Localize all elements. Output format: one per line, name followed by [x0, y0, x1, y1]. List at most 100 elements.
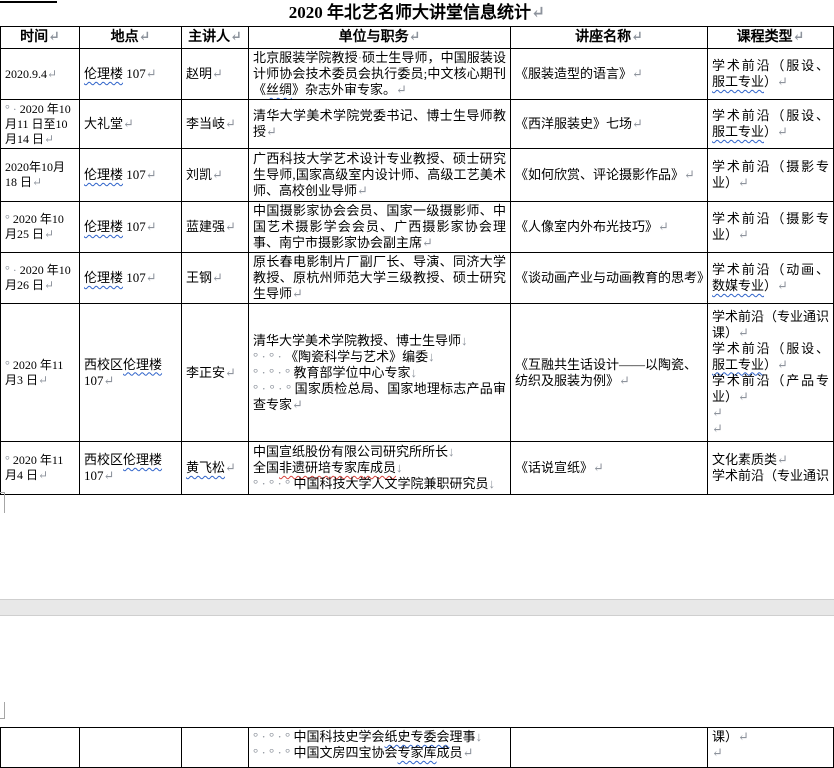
text-run: 2020.9.4: [5, 67, 47, 81]
paragraph: 大礼堂↵: [84, 116, 177, 132]
paragraph: ° 2020 年10 月25 日↵: [5, 212, 75, 242]
text-run: 中国科技史学会: [294, 729, 385, 744]
paragraph: 西校区伦理楼 107↵: [84, 357, 177, 389]
cell-time[interactable]: 2020年10月18 日↵: [1, 149, 80, 202]
paragraph: 《西洋服装史》七场↵: [515, 116, 706, 132]
paragraph: 李正安↵: [186, 365, 244, 381]
text-run: 西校区: [84, 452, 123, 467]
cell-lecture-title[interactable]: [511, 728, 708, 768]
cell-location[interactable]: 西校区伦理楼 107↵: [80, 442, 182, 495]
format-mark: ↵: [225, 460, 236, 475]
text-run: ）: [764, 74, 777, 89]
text-run: 《如何欣赏、评论摄影作品》: [515, 167, 684, 182]
format-mark: ° · ° ·: [253, 349, 285, 364]
cell-organization[interactable]: 清华大学美术学院教授、博士生导师↓° · ° · 《陶瓷科学与艺术》编委↓° ·…: [249, 304, 511, 442]
cell-location[interactable]: 伦理楼 107↵: [80, 149, 182, 202]
cell-location[interactable]: 西校区伦理楼 107↵: [80, 304, 182, 442]
format-mark: ↓: [448, 444, 455, 459]
format-mark: ↵: [104, 373, 115, 388]
text-run: ）: [764, 124, 777, 139]
flagged-text-run: 黄飞松: [186, 460, 225, 475]
page-gap-separator[interactable]: [0, 599, 834, 616]
paragraph: ° · ° · ° 教育部学位中心专家↓: [253, 365, 506, 381]
cell-organization[interactable]: 中国摄影家协会会员、国家一级摄影师、中国艺术摄影学会会员、广西摄影家协会理事、南…: [249, 202, 511, 253]
cell-location[interactable]: 伦理楼 107↵: [80, 49, 182, 100]
flagged-text-run: 服工专业: [712, 74, 764, 89]
cell-lecture-title[interactable]: 《人像室内外布光技巧》↵: [511, 202, 708, 253]
flagged-text-run: 非遗研培专家库成员: [279, 460, 396, 475]
cell-time[interactable]: ° 2020 年11 月3 日↵: [1, 304, 80, 442]
paragraph: ° · ° · 《陶瓷科学与艺术》编委↓: [253, 349, 506, 365]
cell-organization[interactable]: 广西科技大学艺术设计专业教授、硕士研究生导师,国家高级室内设计师、高级工艺美术师…: [249, 149, 511, 202]
format-mark: ↵: [266, 124, 277, 139]
cell-course-type[interactable]: 文化素质类↵学术前沿（专业通识: [708, 442, 834, 495]
text-run: 2020 年11 月4 日: [5, 453, 63, 482]
cell-course-type[interactable]: 学术前沿（服设、服工专业）↵: [708, 100, 834, 149]
format-mark: ↵: [104, 468, 115, 483]
text-boundary-mark: [0, 702, 5, 719]
cell-organization[interactable]: ° · ° · ° 中国科技史学会纸史专委会理事↓° · ° · ° 中国文房四…: [249, 728, 511, 768]
cell-lecture-title[interactable]: 《服装造型的语言》↵: [511, 49, 708, 100]
format-mark: °: [5, 453, 13, 467]
lecture-info-table-continued: ° · ° · ° 中国科技史学会纸史专委会理事↓° · ° · ° 中国文房四…: [0, 727, 834, 768]
table-row: 2020年10月18 日↵伦理楼 107↵刘凯↵广西科技大学艺术设计专业教授、硕…: [1, 149, 834, 202]
cell-speaker[interactable]: 李当岐↵: [182, 100, 249, 149]
cell-speaker[interactable]: [182, 728, 249, 768]
cell-speaker[interactable]: 刘凯↵: [182, 149, 249, 202]
format-mark: ° · ° · °: [253, 365, 294, 380]
format-mark: ↵: [225, 365, 236, 380]
cell-course-type[interactable]: 课）↵↵: [708, 728, 834, 768]
cell-course-type[interactable]: 学术前沿（摄影专业）↵: [708, 202, 834, 253]
format-mark: ° · ° · °: [253, 729, 294, 744]
cell-course-type[interactable]: 学术前沿（服设、服工专业）↵: [708, 49, 834, 100]
cell-course-type[interactable]: 学术前沿（动画、数媒专业）↵: [708, 253, 834, 304]
cell-course-type[interactable]: 学术前沿（摄影专业）↵: [708, 149, 834, 202]
cell-speaker[interactable]: 蓝建强↵: [182, 202, 249, 253]
document-title[interactable]: 2020 年北艺名师大讲堂信息统计↵: [0, 2, 834, 25]
cell-time[interactable]: ° 2020 年11 月4 日↵: [1, 442, 80, 495]
text-boundary-mark: [0, 492, 5, 513]
cell-lecture-title[interactable]: 《谈动画产业与动画教育的思考》↵: [511, 253, 708, 304]
header-speaker[interactable]: 主讲人↵: [182, 27, 249, 49]
format-mark: ↵: [619, 373, 630, 388]
text-run: 《互融共生话设计——以陶瓷、纺织及服装为例》: [515, 357, 697, 388]
cell-lecture-title[interactable]: 《西洋服装史》七场↵: [511, 100, 708, 149]
header-location[interactable]: 地点↵: [80, 27, 182, 49]
cell-speaker[interactable]: 李正安↵: [182, 304, 249, 442]
header-time[interactable]: 时间↵: [1, 27, 80, 49]
cell-lecture-title[interactable]: 《互融共生话设计——以陶瓷、纺织及服装为例》↵: [511, 304, 708, 442]
cell-location[interactable]: 伦理楼 107↵: [80, 253, 182, 304]
cell-lecture-title[interactable]: 《如何欣赏、评论摄影作品》↵: [511, 149, 708, 202]
cell-time[interactable]: ° · 2020 年10 月11 日至10 月14 日↵: [1, 100, 80, 149]
header-course-type[interactable]: 课程类型↵: [708, 27, 834, 49]
cell-organization[interactable]: 中国宣纸股份有限公司研究所所长↓全国非遗研培专家库成员↓° · ° · ° 中国…: [249, 442, 511, 495]
cell-organization[interactable]: 北京服装学院教授·硕士生导师，中国服装设计师协会技术委员会执行委员;中文核心期刊…: [249, 49, 511, 100]
flagged-text-run: 伦理楼: [123, 357, 162, 372]
cell-speaker[interactable]: 赵明↵: [182, 49, 249, 100]
text-run: 讲座名称: [575, 30, 631, 45]
cell-speaker[interactable]: 黄飞松↵: [182, 442, 249, 495]
flagged-text-run: 纸史专委会: [385, 729, 450, 744]
cell-organization[interactable]: 原长春电影制片厂副厂长、导演、同济大学教授、原杭州师范大学三级教授、硕士研究生导…: [249, 253, 511, 304]
cell-speaker[interactable]: 王钢↵: [182, 253, 249, 304]
cell-time[interactable]: ° 2020 年10 月25 日↵: [1, 202, 80, 253]
paragraph: 清华大学美术学院教授、博士生导师↓: [253, 333, 506, 349]
table-row: ° 2020 年10 月25 日↵伦理楼 107↵蓝建强↵中国摄影家协会会员、国…: [1, 202, 834, 253]
flagged-text-run: 数媒专业: [712, 278, 764, 293]
cell-course-type[interactable]: 学术前沿（专业通识课）↵学术前沿（服设、服工专业）↵学术前沿（产品专业）↵↵↵: [708, 304, 834, 442]
text-run: 时间: [20, 30, 48, 45]
cell-lecture-title[interactable]: 《话说宣纸》↵: [511, 442, 708, 495]
paragraph: 《谈动画产业与动画教育的思考》↵: [515, 270, 706, 286]
cell-organization[interactable]: 清华大学美术学院党委书记、博士生导师教授↵: [249, 100, 511, 149]
header-organization[interactable]: 单位与职务↵: [249, 27, 511, 49]
cell-location[interactable]: 大礼堂↵: [80, 100, 182, 149]
cell-time[interactable]: [1, 728, 80, 768]
cell-location[interactable]: 伦理楼 107↵: [80, 202, 182, 253]
cell-time[interactable]: ° · 2020 年10 月26 日↵: [1, 253, 80, 304]
cell-location[interactable]: [80, 728, 182, 768]
format-mark: ↵: [38, 373, 48, 387]
cell-time[interactable]: 2020.9.4↵: [1, 49, 80, 100]
format-mark: ↵: [738, 227, 749, 242]
header-lecture-title[interactable]: 讲座名称↵: [511, 27, 708, 49]
paragraph: 赵明↵: [186, 66, 244, 82]
